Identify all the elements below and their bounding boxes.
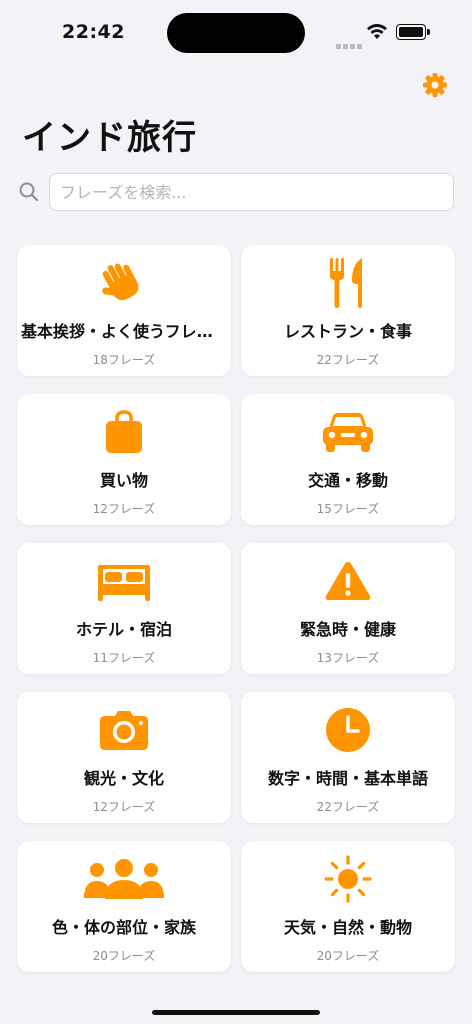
people-icon [84,859,164,899]
sun-icon [324,855,372,903]
category-card-sightseeing[interactable]: 観光・文化 12フレーズ [17,692,231,823]
category-label: 基本挨拶・よく使うフレーズ [21,322,227,341]
category-label: 交通・移動 [307,471,388,490]
category-card-numbers-time[interactable]: 数字・時間・基本単語 22フレーズ [241,692,455,823]
fork-knife-icon [330,258,362,308]
category-label: 緊急時・健康 [299,620,396,639]
category-card-transport[interactable]: 交通・移動 15フレーズ [241,394,455,525]
phrase-count: 20フレーズ [92,949,156,963]
wifi-icon [367,23,387,39]
category-label: 観光・文化 [83,769,164,788]
category-card-colors-body-family[interactable]: 色・体の部位・家族 20フレーズ [17,841,231,972]
category-label: 買い物 [99,471,148,490]
category-card-shopping[interactable]: 買い物 12フレーズ [17,394,231,525]
phrase-count: 13フレーズ [316,651,380,665]
phrase-count: 12フレーズ [92,502,156,516]
phrase-count: 15フレーズ [316,502,380,516]
page-title: インド旅行 [22,118,197,158]
phrase-count: 22フレーズ [316,800,380,814]
shopping-bag-icon [106,410,142,453]
cellular-signal-icon [336,34,364,53]
phrase-count: 20フレーズ [316,949,380,963]
category-card-greetings[interactable]: 基本挨拶・よく使うフレーズ 18フレーズ [17,245,231,376]
category-card-hotel[interactable]: ホテル・宿泊 11フレーズ [17,543,231,674]
category-label: 天気・自然・動物 [283,918,412,937]
status-bar: 22:42 [0,0,472,64]
category-card-emergency[interactable]: 緊急時・健康 13フレーズ [241,543,455,674]
battery-icon [396,24,430,40]
phrase-count: 11フレーズ [92,651,156,665]
camera-icon [100,711,148,750]
category-label: ホテル・宿泊 [75,620,172,639]
car-icon [323,413,373,452]
waving-hand-icon [102,263,139,301]
search-input[interactable] [49,173,454,211]
clock-icon [326,708,370,752]
category-label: レストラン・食事 [283,322,412,341]
search-icon [19,182,39,202]
settings-button[interactable] [420,70,450,100]
warning-icon [325,562,371,600]
status-time: 22:42 [62,21,125,43]
dynamic-island [167,13,305,53]
category-card-restaurant[interactable]: レストラン・食事 22フレーズ [241,245,455,376]
gear-icon [423,73,447,97]
category-grid: 基本挨拶・よく使うフレーズ 18フレーズ レストラン・食事 22フレーズ 買い物… [17,245,455,972]
phrase-count: 22フレーズ [316,353,380,367]
home-indicator[interactable] [152,1010,320,1015]
category-label: 色・体の部位・家族 [51,918,196,937]
category-card-weather-nature[interactable]: 天気・自然・動物 20フレーズ [241,841,455,972]
phrase-count: 12フレーズ [92,800,156,814]
phrase-count: 18フレーズ [92,353,156,367]
bed-icon [98,565,150,601]
category-label: 数字・時間・基本単語 [267,769,428,788]
